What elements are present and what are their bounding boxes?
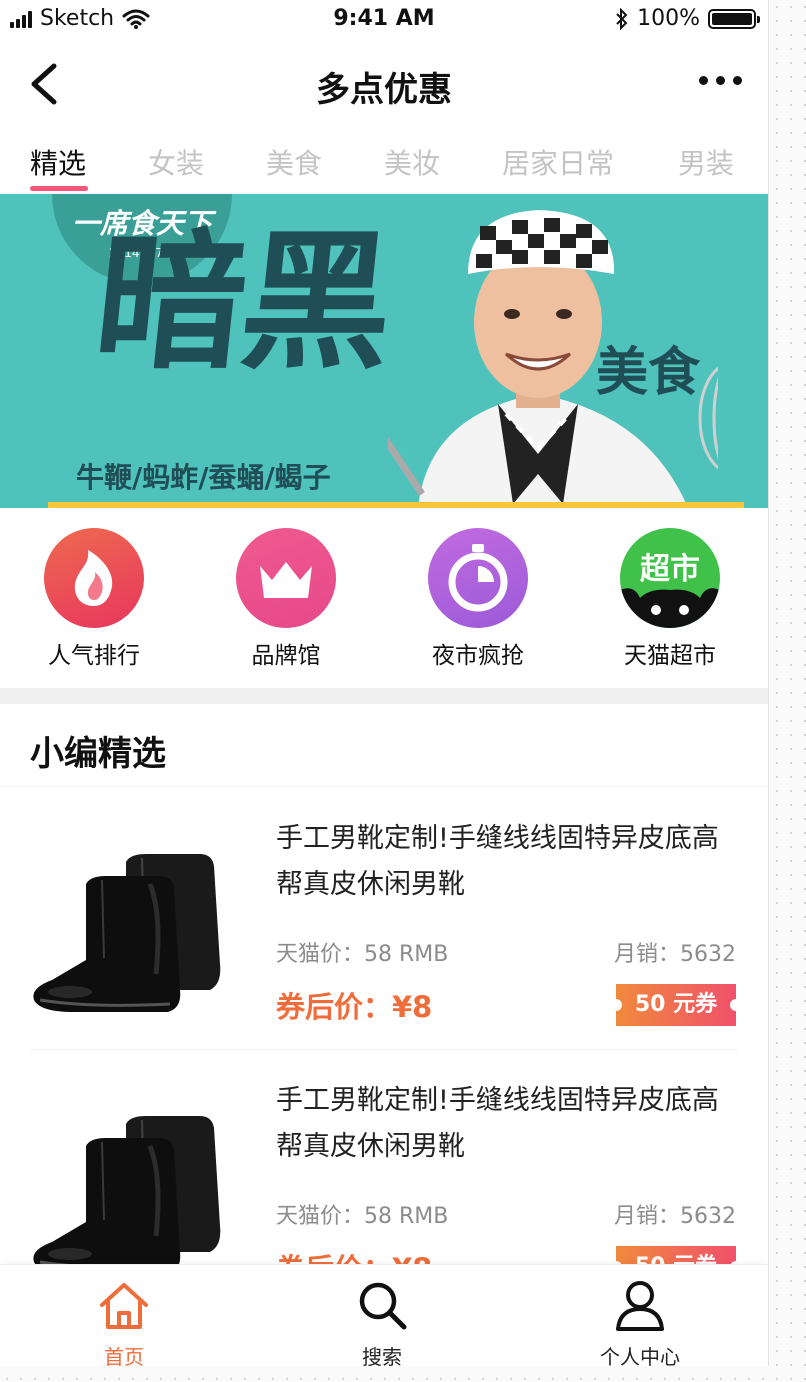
crown-icon — [236, 528, 336, 628]
section-gap — [0, 688, 768, 704]
tabbar-home[interactable]: 首页 — [44, 1277, 204, 1366]
monthly-sales: 月销：5632 — [614, 1204, 736, 1229]
banner-items: 牛鞭/蚂蚱/蚕蛹/蝎子 — [76, 461, 331, 494]
quick-entry-tmall-supermarket[interactable]: 超市 天猫超市 — [580, 528, 760, 670]
bluetooth-icon — [616, 7, 628, 30]
product-image — [33, 854, 221, 1012]
product-card[interactable]: 手工男靴定制!手缝线线固特异皮底高帮真皮休闲男靴 天猫价：58 RMB 月销：5… — [0, 788, 768, 1050]
section-divider — [0, 786, 768, 787]
quick-entry-label: 夜市疯抢 — [432, 643, 524, 669]
user-icon — [616, 1281, 664, 1331]
product-image — [33, 1116, 221, 1274]
promo-banner[interactable]: 一席食天下 2014 第7站 暗黑 美食 牛鞭/蚂蚱/蚕蛹/蝎子 — [0, 194, 768, 508]
status-bar: Sketch 9:41 AM 100% — [0, 0, 768, 40]
quick-entry-label: 人气排行 — [48, 643, 140, 669]
price-row: 天猫价：58 RMB 月销：5632 — [276, 936, 736, 968]
nav-bar: 多点优惠 — [0, 40, 768, 128]
battery-percent: 100% — [637, 6, 700, 31]
tabbar-label: 首页 — [104, 1345, 144, 1366]
tabbar-label: 个人中心 — [600, 1345, 680, 1366]
monthly-sales: 月销：5632 — [614, 942, 736, 967]
quick-entry-label: 天猫超市 — [624, 643, 716, 669]
tab-nanzhuang[interactable]: 男装 — [678, 142, 734, 182]
coupon-price: 券后价：¥8 — [276, 990, 433, 1024]
tab-meizhuang[interactable]: 美妆 — [384, 142, 440, 182]
home-icon — [100, 1283, 148, 1329]
price-row: 天猫价：58 RMB 月销：5632 — [276, 1198, 736, 1230]
tmall-price: 天猫价：58 RMB — [276, 942, 449, 967]
tmall-price: 天猫价：58 RMB — [276, 1204, 449, 1229]
banner-subtitle: 美食 — [596, 343, 701, 403]
tab-jujiarichang[interactable]: 居家日常 — [502, 142, 614, 182]
quick-entry-night-market[interactable]: 夜市疯抢 — [388, 528, 568, 670]
quick-entry-label: 品牌馆 — [251, 643, 321, 669]
quick-entry-brand[interactable]: 品牌馆 — [196, 528, 376, 670]
flame-icon — [44, 528, 144, 628]
tabbar-profile[interactable]: 个人中心 — [560, 1277, 720, 1366]
bottom-tab-bar: 首页 搜索 个人中心 — [0, 1264, 768, 1366]
more-dots-icon[interactable] — [699, 76, 742, 85]
battery-icon — [708, 8, 760, 29]
tab-indicator — [30, 186, 88, 191]
tab-meishi[interactable]: 美食 — [266, 142, 322, 182]
product-title: 手工男靴定制!手缝线线固特异皮底高帮真皮休闲男靴 — [276, 1085, 719, 1162]
tabbar-search[interactable]: 搜索 — [302, 1277, 462, 1366]
quick-entries: 人气排行 品牌馆 夜市疯抢 超市 天猫超市 — [0, 508, 768, 688]
category-tabs: 精选 女装 美食 美妆 居家日常 男装 — [0, 128, 768, 194]
search-icon — [359, 1282, 407, 1330]
section-title: 小编精选 — [30, 734, 166, 774]
phone-screen: Sketch 9:41 AM 100% 多点优惠 精选 女装 美食 美妆 居家日… — [0, 0, 769, 1366]
quick-entry-popular[interactable]: 人气排行 — [4, 528, 184, 670]
status-right: 100% — [615, 6, 760, 31]
tab-jingxuan[interactable]: 精选 — [30, 142, 86, 182]
tmall-supermarket-icon: 超市 — [620, 528, 720, 628]
tab-nvzhuang[interactable]: 女装 — [148, 142, 204, 182]
banner-title: 暗黑 — [86, 216, 398, 390]
tabbar-label: 搜索 — [362, 1345, 402, 1366]
product-title: 手工男靴定制!手缝线线固特异皮底高帮真皮休闲男靴 — [276, 823, 719, 900]
page-title: 多点优惠 — [316, 70, 452, 110]
stopwatch-icon — [428, 528, 528, 628]
coupon-badge[interactable]: 50 元券 — [610, 984, 742, 1026]
